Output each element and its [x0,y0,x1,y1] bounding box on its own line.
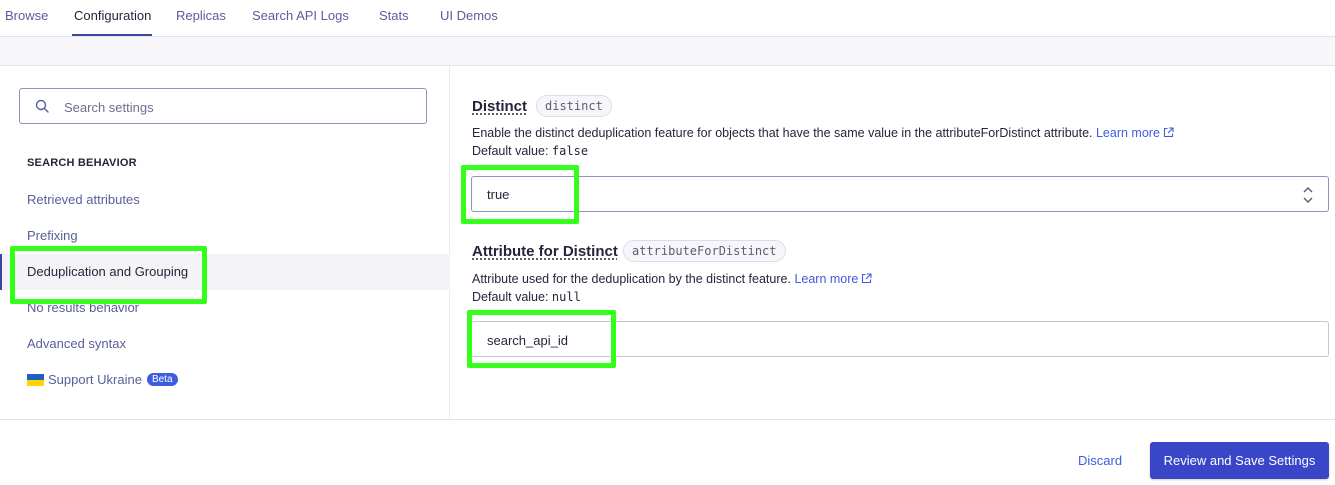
tab-replicas[interactable]: Replicas [176,9,226,37]
distinct-select-value: true [487,187,510,202]
default-value-distinct: Default value: false [472,144,588,158]
sidebar-item-label: No results behavior [27,300,139,315]
chevron-up-down-icon [1303,187,1313,203]
footer-bar: Discard Review and Save Settings [0,419,1335,485]
attribute-for-distinct-input[interactable] [487,330,1287,350]
setting-title-distinct: Distinct [472,98,528,115]
description-text: Attribute used for the deduplication by … [472,272,791,286]
settings-sidebar: SEARCH BEHAVIOR Retrieved attributes Pre… [0,66,450,419]
search-icon [35,99,49,113]
beta-badge: Beta [146,373,178,387]
tab-configuration[interactable]: Configuration [74,9,151,37]
sidebar-item-advanced-syntax[interactable]: Advanced syntax [0,326,450,362]
default-value-attribute-for-distinct: Default value: null [472,290,581,304]
section-title-search-behavior: SEARCH BEHAVIOR [27,157,137,169]
sidebar-item-label: Retrieved attributes [27,192,140,207]
tab-ui-demos[interactable]: UI Demos [440,9,498,37]
default-label: Default value: [472,144,549,158]
active-item-indicator [0,254,2,290]
sidebar-item-label: Prefixing [27,228,78,243]
external-link-icon [862,273,872,284]
distinct-select[interactable]: true [471,176,1329,212]
ukraine-flag-icon [27,373,44,386]
tab-search-api-logs[interactable]: Search API Logs [252,9,349,37]
setting-description-distinct: Enable the distinct deduplication featur… [472,126,1174,140]
tab-browse[interactable]: Browse [5,9,48,37]
review-and-save-button[interactable]: Review and Save Settings [1150,442,1329,479]
search-settings-box[interactable] [19,88,427,124]
setting-code-distinct: distinct [536,95,612,117]
sidebar-item-retrieved-attributes[interactable]: Retrieved attributes [0,182,450,218]
external-link-icon [1163,127,1174,138]
setting-code-attribute-for-distinct: attributeForDistinct [623,240,786,262]
settings-content: Distinct distinct Enable the distinct de… [450,66,1335,419]
learn-more-link[interactable]: Learn more [794,272,858,286]
default-label: Default value: [472,290,549,304]
tab-stats[interactable]: Stats [379,9,409,37]
sidebar-item-label: Advanced syntax [27,336,127,351]
top-tab-bar: Browse Configuration Replicas Search API… [0,0,1335,37]
discard-button[interactable]: Discard [1078,453,1122,468]
sidebar-item-no-results-behavior[interactable]: No results behavior [0,290,450,326]
search-settings-input[interactable] [64,97,404,117]
sidebar-item-deduplication-and-grouping[interactable]: Deduplication and Grouping [0,254,450,290]
description-text: Enable the distinct deduplication featur… [472,126,1093,140]
sidebar-item-support-ukraine[interactable]: Support Ukraine Beta [0,362,450,398]
attribute-for-distinct-field[interactable] [471,321,1329,357]
sidebar-item-label: Support Ukraine [48,372,142,387]
setting-title-attribute-for-distinct: Attribute for Distinct [472,243,618,260]
sub-toolbar [0,37,1335,66]
sidebar-item-label: Deduplication and Grouping [27,264,189,279]
default-value: null [551,290,581,304]
sidebar-item-prefixing[interactable]: Prefixing [0,218,450,254]
learn-more-link[interactable]: Learn more [1096,126,1160,140]
setting-description-attribute-for-distinct: Attribute used for the deduplication by … [472,272,872,286]
active-tab-indicator [72,34,152,36]
default-value: false [551,144,589,158]
